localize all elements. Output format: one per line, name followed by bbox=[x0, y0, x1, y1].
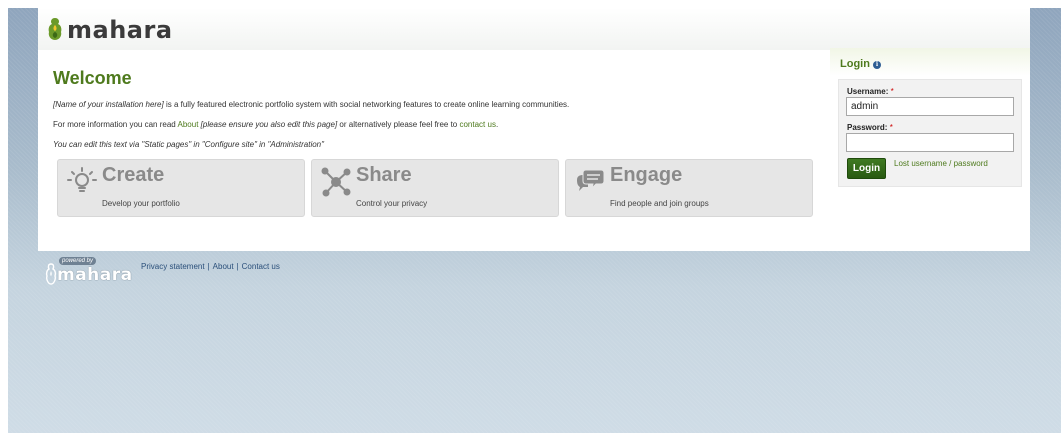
footer-contact-us-link[interactable]: Contact us bbox=[242, 262, 280, 271]
site-logo[interactable]: mahara bbox=[45, 16, 173, 42]
intro-line-2-prefix: For more information you can read bbox=[53, 120, 178, 129]
footer-separator: | bbox=[236, 261, 239, 271]
tile-share-title: Share bbox=[356, 164, 412, 186]
share-network-icon bbox=[321, 167, 351, 197]
password-label: Password: * bbox=[847, 123, 893, 132]
page-title: Welcome bbox=[53, 68, 132, 88]
mahara-logo-icon bbox=[48, 18, 62, 40]
site-header: mahara bbox=[38, 8, 1030, 50]
footer-about-link[interactable]: About bbox=[213, 262, 234, 271]
username-label-text: Username: bbox=[847, 87, 889, 96]
login-form: Username: * Password: * Login Lost usern… bbox=[838, 79, 1022, 187]
password-label-text: Password: bbox=[847, 123, 888, 132]
password-field[interactable] bbox=[846, 133, 1014, 152]
login-button[interactable]: Login bbox=[847, 158, 886, 179]
main-container: mahara Welcome [Name of your installatio… bbox=[38, 8, 1030, 251]
site-footer: powered by mahara Privacy statement | Abou… bbox=[45, 257, 280, 287]
tile-create-subtitle: Develop your portfolio bbox=[102, 199, 180, 208]
mahara-footer-logo-icon bbox=[45, 263, 57, 285]
privacy-statement-link[interactable]: Privacy statement bbox=[141, 262, 205, 271]
speech-bubbles-icon bbox=[577, 169, 605, 191]
intro-line-1: [Name of your installation here] is a fu… bbox=[53, 100, 569, 109]
lightbulb-icon bbox=[67, 167, 97, 192]
about-link[interactable]: About bbox=[178, 120, 199, 129]
intro-line-2-mid: or alternatively please feel free to bbox=[337, 120, 460, 129]
lost-password-link[interactable]: Lost username / password bbox=[894, 159, 988, 168]
intro-line-2: For more information you can read About … bbox=[53, 120, 498, 129]
login-heading-text: Login bbox=[840, 58, 870, 70]
login-sidebar: Login i Username: * Password: * Login Lo… bbox=[830, 48, 1030, 190]
intro-line-1-text: is a fully featured electronic portfolio… bbox=[163, 100, 570, 109]
powered-by-text: powered by bbox=[59, 257, 97, 265]
installation-name-placeholder: [Name of your installation here] bbox=[53, 100, 164, 109]
username-label: Username: * bbox=[847, 87, 894, 96]
intro-line-3: You can edit this text via "Static pages… bbox=[53, 140, 324, 149]
tile-engage-subtitle: Find people and join groups bbox=[610, 199, 709, 208]
tile-create-title: Create bbox=[102, 164, 165, 186]
required-marker: * bbox=[890, 87, 894, 96]
logo-wordmark: mahara bbox=[67, 16, 173, 44]
footer-logo-wordmark: mahara bbox=[57, 265, 133, 285]
intro-line-2-end: . bbox=[495, 120, 499, 129]
tile-engage-title: Engage bbox=[610, 164, 683, 186]
tile-create[interactable]: Create Develop your portfolio bbox=[57, 159, 305, 217]
info-icon[interactable]: i bbox=[873, 61, 881, 69]
tile-share-subtitle: Control your privacy bbox=[356, 199, 428, 208]
powered-by-logo[interactable]: powered by mahara bbox=[45, 257, 132, 287]
tile-share[interactable]: Share Control your privacy bbox=[311, 159, 559, 217]
footer-links: Privacy statement | About | Contact us bbox=[141, 262, 280, 271]
login-heading: Login i bbox=[840, 58, 881, 70]
footer-separator: | bbox=[207, 261, 210, 271]
contact-us-link[interactable]: contact us bbox=[459, 120, 495, 129]
required-marker: * bbox=[889, 123, 893, 132]
username-field[interactable] bbox=[846, 97, 1014, 116]
tile-engage[interactable]: Engage Find people and join groups bbox=[565, 159, 813, 217]
intro-line-2-note: [please ensure you also edit this page] bbox=[198, 120, 338, 129]
